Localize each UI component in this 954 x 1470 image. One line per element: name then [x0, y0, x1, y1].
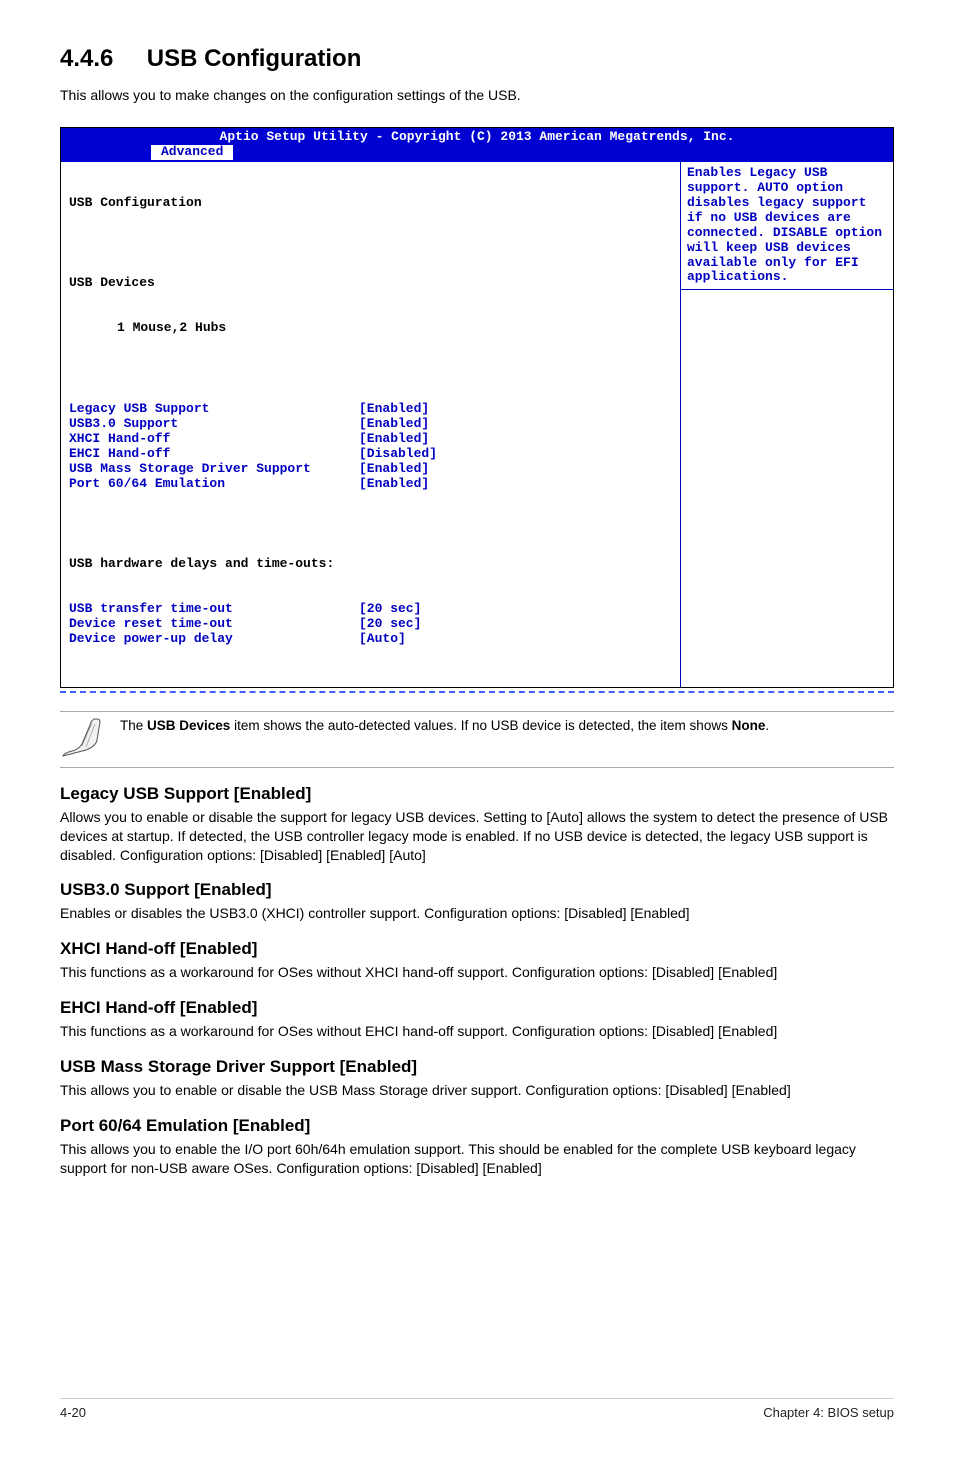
option-description: This functions as a workaround for OSes …	[60, 1022, 894, 1041]
bios-setting-row: USB3.0 Support[Enabled]	[69, 417, 672, 432]
note-icon	[60, 716, 102, 761]
bios-setting-label: USB Mass Storage Driver Support	[69, 462, 359, 477]
note-box: The USB Devices item shows the auto-dete…	[60, 711, 894, 768]
bios-help-text: Enables Legacy USB support. AUTO option …	[687, 166, 887, 286]
bios-devices-value: 1 Mouse,2 Hubs	[69, 321, 672, 336]
bios-setting-value: [Enabled]	[359, 402, 429, 417]
section-heading: 4.4.6 USB Configuration	[60, 45, 894, 73]
bios-screenshot: Aptio Setup Utility - Copyright (C) 2013…	[60, 127, 894, 688]
option-title: XHCI Hand-off [Enabled]	[60, 939, 894, 959]
bios-timeout-value: [Auto]	[359, 632, 406, 647]
option-title: EHCI Hand-off [Enabled]	[60, 998, 894, 1018]
option-description: This allows you to enable or disable the…	[60, 1081, 894, 1100]
bios-setting-label: Port 60/64 Emulation	[69, 477, 359, 492]
option-description: Allows you to enable or disable the supp…	[60, 808, 894, 865]
section-number: 4.4.6	[60, 45, 113, 72]
footer-chapter: Chapter 4: BIOS setup	[763, 1405, 894, 1420]
bios-timeout-value: [20 sec]	[359, 617, 421, 632]
bios-timeout-row: Device reset time-out[20 sec]	[69, 617, 672, 632]
bios-left-panel: USB Configuration USB Devices 1 Mouse,2 …	[61, 162, 681, 687]
option-title: USB Mass Storage Driver Support [Enabled…	[60, 1057, 894, 1077]
bios-setting-label: Legacy USB Support	[69, 402, 359, 417]
bios-help-divider	[681, 289, 893, 290]
tear-line	[60, 690, 894, 693]
option-title: Legacy USB Support [Enabled]	[60, 784, 894, 804]
bios-timeout-row: USB transfer time-out[20 sec]	[69, 602, 672, 617]
bios-setting-row: Port 60/64 Emulation[Enabled]	[69, 477, 672, 492]
option-description: Enables or disables the USB3.0 (XHCI) co…	[60, 904, 894, 923]
bios-help-panel: Enables Legacy USB support. AUTO option …	[681, 162, 893, 687]
option-description: This functions as a workaround for OSes …	[60, 963, 894, 982]
bios-setting-label: EHCI Hand-off	[69, 447, 359, 462]
bios-timeout-value: [20 sec]	[359, 602, 421, 617]
bios-panel-title: USB Configuration	[69, 196, 672, 211]
note-text-part: .	[765, 718, 769, 733]
bios-setting-row: EHCI Hand-off[Disabled]	[69, 447, 672, 462]
bios-setting-value: [Enabled]	[359, 417, 429, 432]
section-intro: This allows you to make changes on the c…	[60, 87, 894, 103]
bios-setting-value: [Enabled]	[359, 477, 429, 492]
note-text-part: The	[120, 718, 147, 733]
option-description: This allows you to enable the I/O port 6…	[60, 1140, 894, 1178]
note-text: The USB Devices item shows the auto-dete…	[120, 716, 769, 733]
bios-timeouts-header: USB hardware delays and time-outs:	[69, 557, 672, 572]
bios-header: Aptio Setup Utility - Copyright (C) 2013…	[61, 128, 893, 162]
bios-setting-row: Legacy USB Support[Enabled]	[69, 402, 672, 417]
bios-setting-value: [Enabled]	[359, 432, 429, 447]
bios-setting-value: [Disabled]	[359, 447, 437, 462]
bios-timeout-label: USB transfer time-out	[69, 602, 359, 617]
section-title-text: USB Configuration	[147, 45, 362, 72]
bios-setting-value: [Enabled]	[359, 462, 429, 477]
note-bold-none: None	[732, 718, 766, 733]
note-text-part: item shows the auto-detected values. If …	[230, 718, 731, 733]
bios-setting-label: USB3.0 Support	[69, 417, 359, 432]
page-footer: 4-20 Chapter 4: BIOS setup	[60, 1398, 894, 1420]
bios-tab-advanced: Advanced	[151, 145, 233, 160]
bios-header-title: Aptio Setup Utility - Copyright (C) 2013…	[61, 130, 893, 145]
bios-timeout-label: Device reset time-out	[69, 617, 359, 632]
bios-setting-label: XHCI Hand-off	[69, 432, 359, 447]
bios-timeout-label: Device power-up delay	[69, 632, 359, 647]
option-title: USB3.0 Support [Enabled]	[60, 880, 894, 900]
bios-setting-row: XHCI Hand-off[Enabled]	[69, 432, 672, 447]
note-bold-devices: USB Devices	[147, 718, 230, 733]
bios-body: USB Configuration USB Devices 1 Mouse,2 …	[61, 162, 893, 687]
footer-page-number: 4-20	[60, 1405, 86, 1420]
bios-devices-label: USB Devices	[69, 276, 672, 291]
bios-timeout-row: Device power-up delay[Auto]	[69, 632, 672, 647]
option-title: Port 60/64 Emulation [Enabled]	[60, 1116, 894, 1136]
bios-tabbar: Advanced	[61, 145, 893, 160]
bios-setting-row: USB Mass Storage Driver Support[Enabled]	[69, 462, 672, 477]
